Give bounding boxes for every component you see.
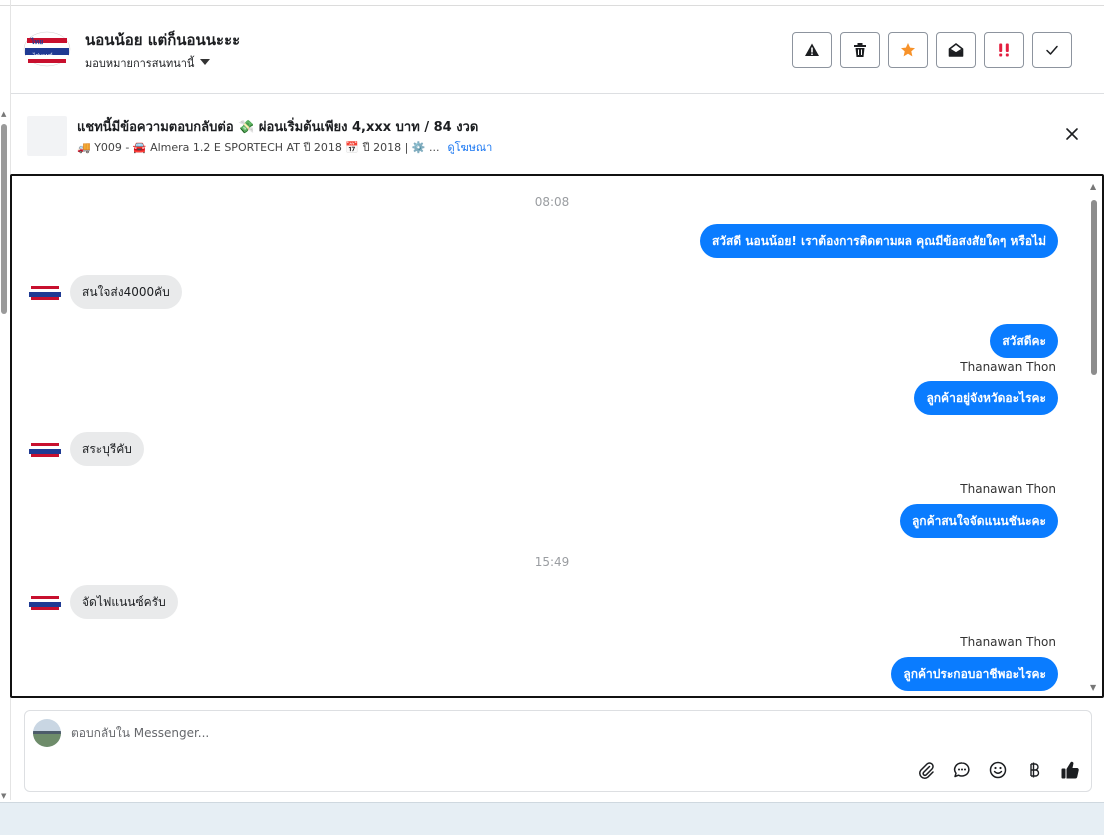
attach-button[interactable] (915, 759, 937, 781)
svg-text:ไฟแนนซ์: ไฟแนนซ์ (32, 52, 53, 59)
sender-name: Thanawan Thon (960, 635, 1056, 649)
message-thread[interactable]: 08:08 สวัสดี นอนน้อย! เราต้องการติดตามผล… (10, 174, 1104, 698)
scroll-up-arrow-icon[interactable]: ▲ (1090, 182, 1096, 191)
customer-avatar (29, 282, 61, 304)
warning-icon (805, 43, 819, 56)
inbox-conversation-view: ▲ ▼ ไทย ไฟแนนซ์ นอนน้อย แต่ก็นอนนะะะ มอบ… (0, 0, 1104, 835)
baht-icon (1030, 762, 1040, 778)
assign-conversation-dropdown[interactable]: มอบหมายการสนทนานี้ (85, 54, 211, 72)
view-ad-link[interactable]: ดูโฆษณา (447, 138, 492, 156)
emoji-button[interactable] (987, 759, 1009, 781)
agent-avatar (33, 719, 61, 747)
close-banner-button[interactable] (1062, 124, 1082, 144)
customer-avatar (29, 439, 61, 461)
mark-as-done-button[interactable] (1032, 32, 1072, 68)
timestamp: 08:08 (534, 195, 570, 209)
star-button[interactable] (888, 32, 928, 68)
payment-button[interactable] (1023, 759, 1045, 781)
ad-title: แชทนี้มีข้อความตอบกลับต่อ 💸 ผ่อนเริ่มต้น… (77, 120, 479, 135)
thread-scrollbar[interactable]: ▲ ▼ (1089, 182, 1099, 692)
incoming-message: สนใจส่ง4000คับ (70, 275, 182, 309)
page-logo: ไทย ไฟแนนซ์ (23, 31, 71, 67)
svg-text:ไทย: ไทย (30, 37, 43, 46)
trash-icon (854, 43, 866, 57)
outer-scrollbar[interactable]: ▲ ▼ (0, 110, 10, 800)
ad-subtitle: 🚚 Y009 - 🚘 Almera 1.2 E SPORTECH AT ปี 2… (77, 141, 440, 154)
mark-as-spam-button[interactable] (984, 32, 1024, 68)
timestamp: 15:49 (534, 555, 570, 569)
incoming-message: สระบุรีคับ (70, 432, 144, 466)
reply-input[interactable] (71, 721, 871, 745)
emoji-icon (989, 761, 1007, 779)
star-icon (901, 43, 915, 57)
composer-tools (915, 759, 1081, 781)
like-icon (1061, 761, 1079, 779)
outgoing-message: ลูกค้าอยู่จังหวัดอะไรคะ (914, 381, 1058, 415)
thread-scrollbar-thumb[interactable] (1091, 200, 1097, 375)
outgoing-message: สวัสดี นอนน้อย! เราต้องการติดตามผล คุณมี… (699, 224, 1058, 258)
scroll-down-arrow-icon[interactable]: ▼ (1090, 683, 1096, 692)
report-button[interactable] (792, 32, 832, 68)
page-name: นอนน้อย แต่ก็นอนนะะะ (85, 31, 241, 49)
outgoing-message: ลูกค้าสนใจจัดแนนชันะคะ (899, 504, 1058, 538)
mark-read-icon (948, 43, 964, 57)
attach-icon (919, 762, 934, 779)
conversation-header: ไทย ไฟแนนซ์ นอนน้อย แต่ก็นอนนะะะ มอบหมาย… (11, 6, 1104, 94)
outgoing-message: ลูกค้าประกอบอาชีพอะไรคะ (891, 657, 1058, 691)
incoming-message: จัดไฟแนนซ์ครับ (70, 585, 178, 619)
delete-button[interactable] (840, 32, 880, 68)
saved-reply-icon (953, 762, 970, 778)
customer-avatar (29, 592, 61, 614)
ad-subtitle-row: 🚚 Y009 - 🚘 Almera 1.2 E SPORTECH AT ปี 2… (77, 138, 492, 156)
header-actions (792, 32, 1072, 68)
spam-icon (999, 43, 1009, 57)
ad-thumbnail (27, 116, 67, 156)
scroll-up-arrow-icon[interactable]: ▲ (1, 110, 6, 118)
mark-as-read-button[interactable] (936, 32, 976, 68)
scroll-down-arrow-icon[interactable]: ▼ (1, 792, 6, 800)
close-icon (1066, 128, 1078, 140)
reply-composer (24, 710, 1092, 792)
done-icon (1046, 45, 1058, 55)
assign-label: มอบหมายการสนทนานี้ (85, 57, 195, 70)
sender-name: Thanawan Thon (960, 360, 1056, 374)
window-bottom-bar (0, 802, 1104, 835)
saved-replies-button[interactable] (951, 759, 973, 781)
send-like-button[interactable] (1059, 759, 1081, 781)
outer-scrollbar-thumb[interactable] (1, 124, 7, 314)
caret-down-icon (200, 59, 211, 65)
ad-context-banner: แชทนี้มีข้อความตอบกลับต่อ 💸 ผ่อนเริ่มต้น… (11, 96, 1104, 172)
outgoing-message: สวัสดีคะ (990, 324, 1058, 358)
sender-name: Thanawan Thon (960, 482, 1056, 496)
